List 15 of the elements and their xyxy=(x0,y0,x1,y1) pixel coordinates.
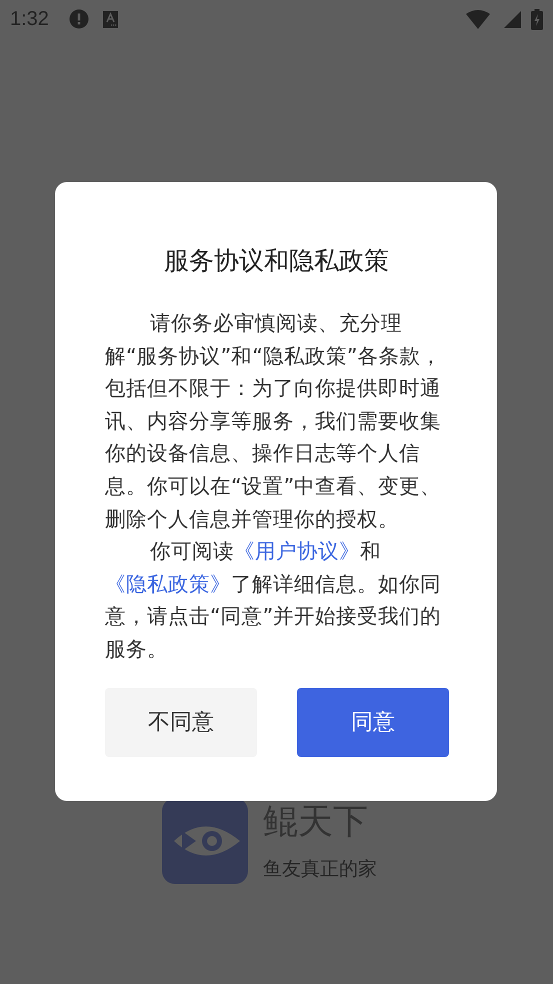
alert-icon xyxy=(68,9,89,29)
battery-icon xyxy=(531,8,543,30)
status-time: 1:32 xyxy=(10,8,49,30)
agreement-paragraph: 你可阅读《用户协议》和 《隐私政策》了解详细信息。如你同意，请点击“同意”并开始接受我们的服务。 xyxy=(105,538,442,663)
agreement-paragraph: 请你务必审慎阅读、充分理解“服务协议”和“隐私政策”各条款，包括但不限于：为了向你提供即时通讯、内容分享等服务，我们需要收集你的设备信息、操作日志等个人信息。你可以在“设置”中查看、变更、删除个人信息并管理你的授权。 xyxy=(105,310,442,533)
disagree-button[interactable]: 不同意 xyxy=(105,688,257,757)
keyboard-icon xyxy=(102,10,118,28)
policy-link[interactable]: 《隐私政策》 xyxy=(105,572,231,596)
fish-eye-logo-icon xyxy=(162,798,248,884)
agree-button[interactable]: 同意 xyxy=(297,688,449,757)
policy-link[interactable]: 《用户协议》 xyxy=(234,539,360,564)
dialog-title: 服务协议和隐私政策 xyxy=(163,245,390,277)
signal-icon xyxy=(504,10,521,28)
app-slogan: 鱼友真正的家 xyxy=(263,857,377,882)
wifi-icon xyxy=(466,10,490,28)
